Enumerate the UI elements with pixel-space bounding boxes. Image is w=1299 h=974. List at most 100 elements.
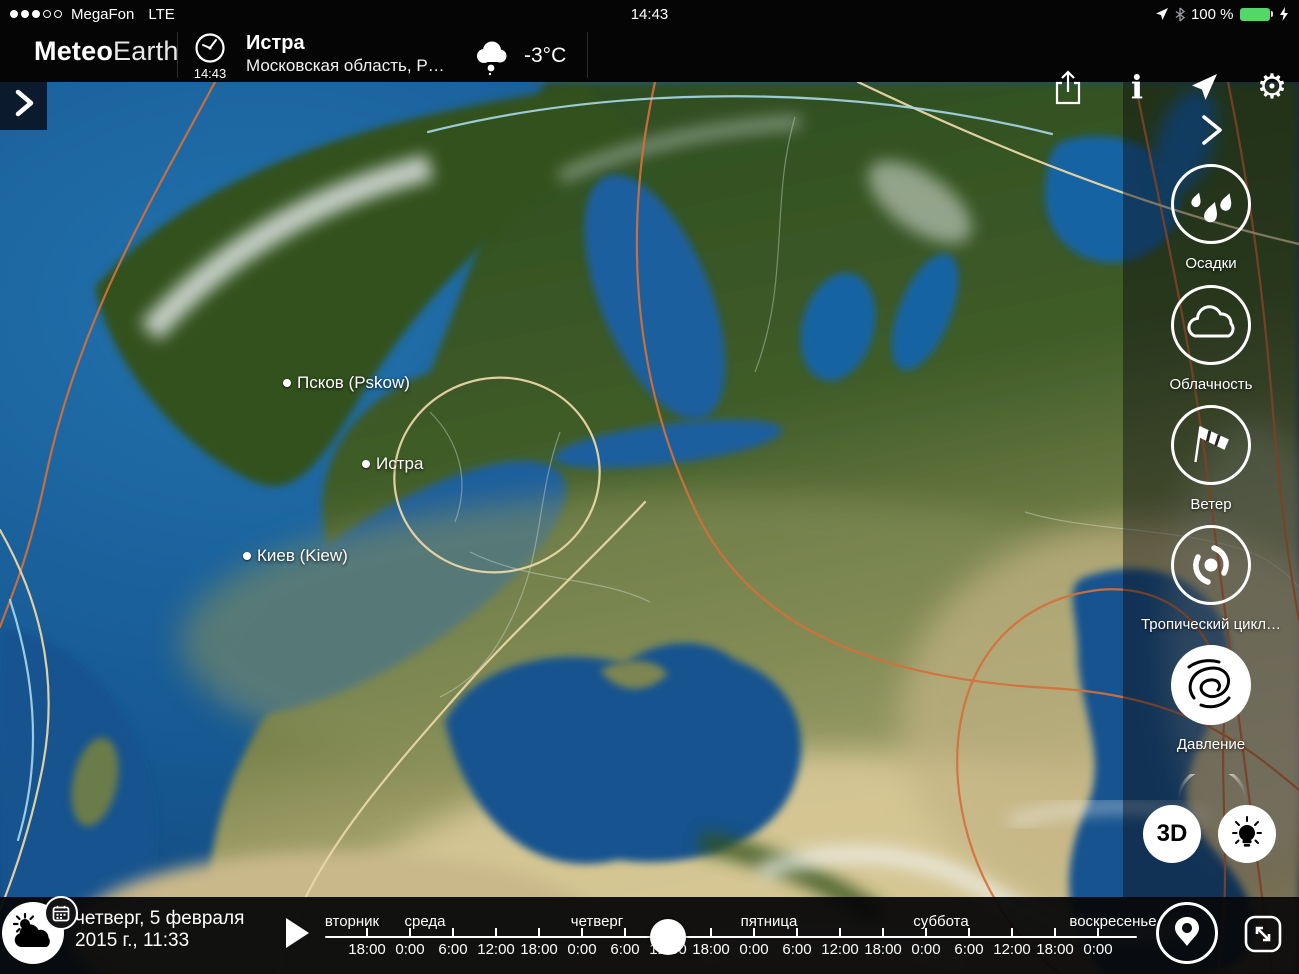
location-services-icon (1155, 7, 1169, 21)
forecast-clock: 14:43 (188, 31, 232, 81)
city-name: Истра (376, 454, 423, 474)
forecast-calendar-button[interactable] (2, 902, 64, 964)
left-panel-toggle[interactable] (0, 76, 47, 130)
location-selector[interactable]: Истра Московская область, Р… (246, 31, 445, 77)
play-button[interactable] (284, 916, 310, 950)
timeline-time-label: 6:00 (954, 941, 983, 958)
timeline-time-label: 12:00 (993, 941, 1031, 958)
timeline-time-label: 0:00 (911, 941, 940, 958)
layer-label: Ветер (1123, 496, 1299, 513)
info-button[interactable]: i (1117, 67, 1157, 107)
date-line1: четверг, 5 февраля (75, 908, 244, 930)
layer-wind[interactable]: Ветер (1123, 405, 1299, 513)
current-datetime: четверг, 5 февраля 2015 г., 11:33 (75, 908, 244, 952)
timeline-day-label: суббота (913, 913, 968, 930)
timeline-day-label: вторник (325, 913, 379, 930)
timeline-bar: четверг, 5 февраля 2015 г., 11:33 18:00 0… (0, 897, 1299, 974)
clock-time-label: 14:43 (188, 66, 232, 81)
view-3d-button[interactable]: 3D (1143, 805, 1201, 863)
gear-icon: ⚙ (1257, 70, 1287, 104)
view-3d-label: 3D (1157, 820, 1188, 848)
timeline-time-label: 18:00 (520, 941, 558, 958)
timeline-tick (1011, 928, 1013, 937)
app-logo-light: Earth (113, 36, 179, 66)
map-canvas[interactable]: Псков (Pskow) Истра Киев (Kiew) (0, 82, 1299, 974)
next-layer-icon-partial (1172, 774, 1252, 802)
battery-percent: 100 % (1191, 6, 1234, 23)
timeline-tick (710, 928, 712, 937)
timeline-time-label: 0:00 (1083, 941, 1112, 958)
city-marker: Псков (Pskow) (283, 373, 410, 393)
timeline-time-label: 6:00 (438, 941, 467, 958)
current-conditions: -3°C (470, 34, 566, 78)
timeline-tick (495, 928, 497, 937)
bluetooth-icon (1175, 7, 1185, 22)
city-marker: Киев (Kiew) (243, 546, 348, 566)
timeline-day-label: среда (405, 913, 446, 930)
city-dot (243, 552, 251, 560)
timeline-time-label: 12:00 (821, 941, 859, 958)
windsock-icon (1185, 419, 1237, 471)
calendar-badge (44, 896, 78, 930)
info-icon: i (1131, 71, 1143, 103)
header-divider (177, 32, 178, 78)
timeline-time-label: 0:00 (567, 941, 596, 958)
chevron-right-icon (1196, 112, 1226, 148)
clock-icon (193, 31, 227, 65)
fullscreen-icon (1242, 913, 1284, 955)
timeline-handle[interactable] (650, 919, 686, 955)
timeline-time-label: 18:00 (692, 941, 730, 958)
play-icon (284, 916, 310, 950)
header-divider (587, 32, 588, 78)
location-name: Истра (246, 31, 445, 55)
app-logo: MeteoEarth (34, 36, 179, 67)
cyclone-icon (1185, 539, 1237, 591)
chevron-right-icon (11, 87, 37, 119)
layers-sidebar: Осадки Облачность Ветер (1123, 82, 1299, 899)
timeline-day-label: воскресенье (1069, 913, 1156, 930)
layer-tropical-cyclone[interactable]: Тропический цикл… (1123, 525, 1299, 633)
layer-label: Осадки (1123, 255, 1299, 272)
timeline-time-label: 18:00 (348, 941, 386, 958)
fullscreen-button[interactable] (1242, 913, 1284, 955)
city-name: Псков (Pskow) (297, 373, 410, 393)
poi-pin-button[interactable] (1154, 900, 1220, 966)
timeline-time-label: 18:00 (1036, 941, 1074, 958)
city-marker: Истра (362, 454, 423, 474)
layer-precipitation[interactable]: Осадки (1123, 164, 1299, 272)
layer-label: Тропический цикл… (1123, 616, 1299, 633)
share-button[interactable] (1048, 67, 1088, 107)
share-icon (1051, 67, 1085, 107)
settings-button[interactable]: ⚙ (1252, 67, 1292, 107)
daynight-light-button[interactable] (1218, 805, 1276, 863)
timeline-tick (882, 928, 884, 937)
locate-me-button[interactable] (1184, 67, 1224, 107)
timeline-time-label: 0:00 (395, 941, 424, 958)
layer-pressure-active[interactable]: Давление (1123, 645, 1299, 753)
battery-icon (1240, 8, 1274, 21)
cloud-icon (1185, 299, 1237, 351)
timeline-time-label: 12:00 (477, 941, 515, 958)
status-time: 14:43 (0, 6, 1299, 23)
timeline-tick (839, 928, 841, 937)
city-dot (283, 379, 291, 387)
charging-bolt-icon (1279, 6, 1289, 22)
timeline-time-label: 6:00 (610, 941, 639, 958)
current-temperature: -3°C (524, 44, 566, 68)
timeline-tick (538, 928, 540, 937)
timeline-track[interactable] (325, 936, 1137, 938)
navigation-arrow-icon (1188, 71, 1220, 103)
timeline-day-label: пятница (741, 913, 798, 930)
status-bar: MegaFon LTE 14:43 100 % (0, 0, 1299, 28)
app-logo-bold: Meteo (34, 36, 113, 66)
isobars-icon (1185, 659, 1237, 711)
sidebar-collapse-button[interactable] (1196, 112, 1226, 148)
lightbulb-icon (1229, 815, 1265, 853)
timeline-time-label: 0:00 (739, 941, 768, 958)
layer-label: Облачность (1123, 376, 1299, 393)
satellite-map (0, 82, 1299, 974)
city-name: Киев (Kiew) (257, 546, 348, 566)
timeline-tick (452, 928, 454, 937)
layer-cloudiness[interactable]: Облачность (1123, 285, 1299, 393)
layer-label: Давление (1123, 736, 1299, 753)
